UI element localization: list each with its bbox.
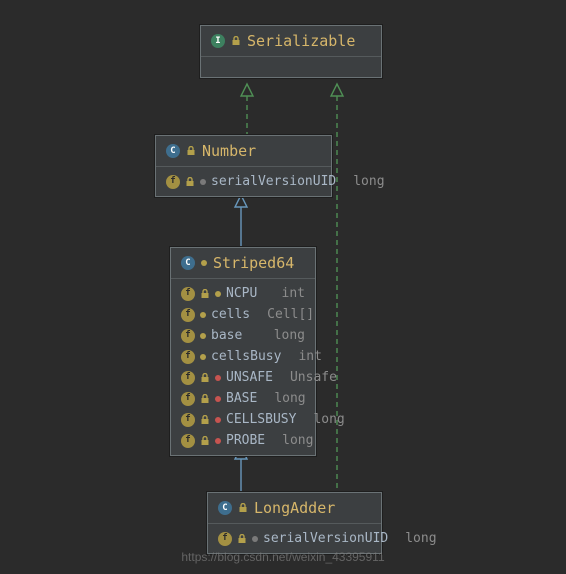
visibility-icon: [200, 179, 206, 185]
class-title: Number: [202, 142, 256, 160]
field-type: Unsafe: [278, 370, 337, 385]
field-row: f NCPU int: [177, 283, 309, 304]
field-row: f BASE long: [177, 388, 309, 409]
visibility-icon: [215, 396, 221, 402]
field-type: long: [393, 531, 436, 546]
field-icon: f: [181, 308, 195, 322]
field-icon: f: [181, 329, 195, 343]
field-type: long: [270, 433, 313, 448]
visibility-icon: [252, 536, 258, 542]
class-icon: C: [181, 256, 195, 270]
diagram-stage: I Serializable C Number fserialVersionUI…: [0, 0, 566, 574]
class-title: Serializable: [247, 32, 355, 50]
field-icon: f: [181, 287, 195, 301]
field-icon: f: [181, 434, 195, 448]
class-body: [201, 57, 381, 77]
class-title: Striped64: [213, 254, 294, 272]
watermark: https://blog.csdn.net/weixin_43395911: [0, 550, 566, 564]
field-type: long: [262, 391, 305, 406]
field-row: fUNSAFEUnsafe: [177, 367, 309, 388]
field-type: int: [286, 349, 321, 364]
field-type: int: [270, 286, 305, 301]
field-name: NCPU: [226, 286, 257, 301]
lock-icon: [237, 534, 247, 544]
field-type: long: [262, 328, 305, 343]
field-name: CELLSBUSY: [226, 412, 296, 427]
arrowhead-implements: [331, 84, 343, 96]
field-name: base: [211, 328, 242, 343]
field-row: fcellsBusyint: [177, 346, 309, 367]
field-type: long: [301, 412, 344, 427]
arrowhead-implements: [241, 84, 253, 96]
field-icon: f: [181, 350, 195, 364]
visibility-icon: [215, 291, 221, 297]
visibility-icon: [215, 417, 221, 423]
lock-icon: [238, 503, 248, 513]
visibility-icon: [200, 333, 206, 339]
class-header: I Serializable: [201, 26, 381, 57]
class-icon: C: [166, 144, 180, 158]
lock-icon: [200, 289, 210, 299]
lock-icon: [200, 394, 210, 404]
class-body: fNCPUintfcellsCell[]fbaselongfcellsBusyi…: [171, 279, 315, 455]
class-header: C Striped64: [171, 248, 315, 279]
lock-icon: [186, 146, 196, 156]
lock-icon: [200, 436, 210, 446]
class-header: C LongAdder: [208, 493, 381, 524]
field-row: fcellsCell[]: [177, 304, 309, 325]
field-row: f base long: [177, 325, 309, 346]
visibility-icon: [200, 312, 206, 318]
field-row: fPROBElong: [177, 430, 309, 451]
field-icon: f: [181, 371, 195, 385]
class-body: fserialVersionUIDlong: [156, 167, 331, 196]
lock-icon: [200, 373, 210, 383]
field-name: serialVersionUID: [211, 174, 336, 189]
lock-icon: [231, 36, 241, 46]
interface-icon: I: [211, 34, 225, 48]
field-name: serialVersionUID: [263, 531, 388, 546]
class-header: C Number: [156, 136, 331, 167]
field-icon: f: [181, 392, 195, 406]
field-row: fserialVersionUIDlong: [214, 528, 375, 549]
field-name: cellsBusy: [211, 349, 281, 364]
class-icon: C: [218, 501, 232, 515]
field-icon: f: [218, 532, 232, 546]
class-node-striped64[interactable]: C Striped64 f NCPU int f cells Cell[] f base lon…: [170, 247, 316, 456]
visibility-icon: [201, 260, 207, 266]
visibility-icon: [200, 354, 206, 360]
class-node-serializable[interactable]: I Serializable: [200, 25, 382, 78]
class-node-number[interactable]: C Number fserialVersionUIDlong: [155, 135, 332, 197]
visibility-icon: [215, 375, 221, 381]
field-icon: f: [166, 175, 180, 189]
field-name: cells: [211, 307, 250, 322]
lock-icon: [185, 177, 195, 187]
field-row: fCELLSBUSYlong: [177, 409, 309, 430]
field-type: long: [341, 174, 384, 189]
class-body: fserialVersionUIDlong: [208, 524, 381, 553]
field-name: UNSAFE: [226, 370, 273, 385]
field-name: BASE: [226, 391, 257, 406]
field-row: fserialVersionUIDlong: [162, 171, 325, 192]
field-name: PROBE: [226, 433, 265, 448]
visibility-icon: [215, 438, 221, 444]
field-icon: f: [181, 413, 195, 427]
field-type: Cell[]: [255, 307, 314, 322]
class-title: LongAdder: [254, 499, 335, 517]
class-node-longadder[interactable]: C LongAdder fserialVersionUIDlong: [207, 492, 382, 554]
lock-icon: [200, 415, 210, 425]
